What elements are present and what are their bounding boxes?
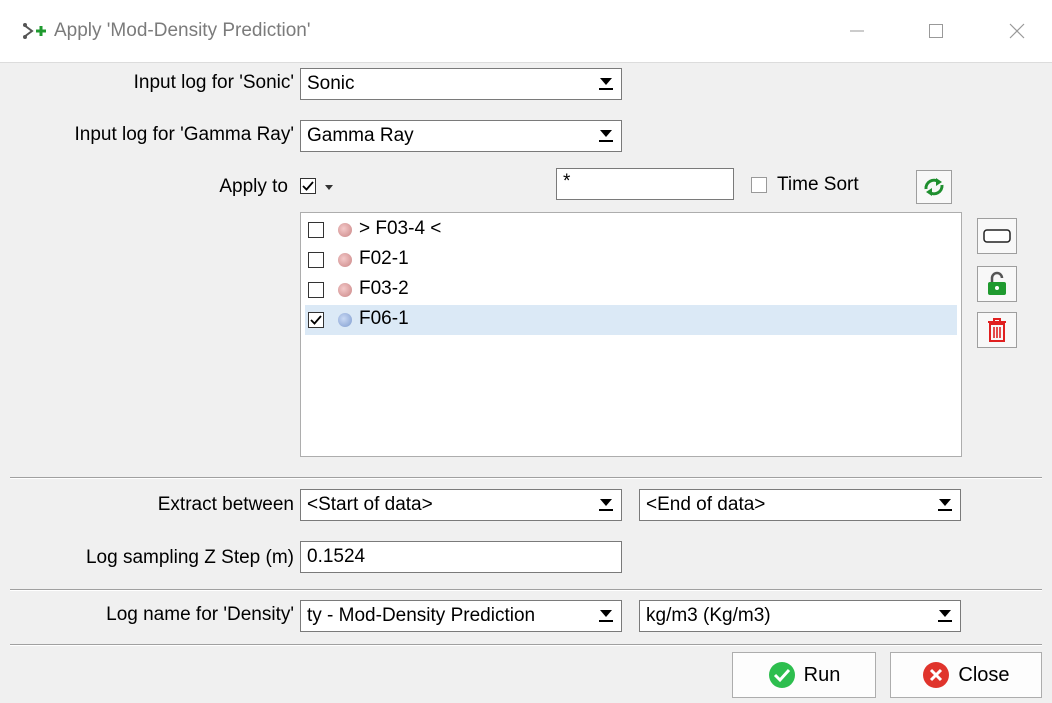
- unlock-icon: [988, 271, 1006, 295]
- divider: [10, 589, 1042, 591]
- list-item[interactable]: F03-2: [305, 275, 957, 305]
- delete-button[interactable]: [977, 312, 1017, 348]
- sonic-select-value: Sonic: [307, 73, 355, 94]
- app-icon: [22, 22, 48, 40]
- chevron-down-icon: [595, 494, 617, 516]
- refresh-button[interactable]: [916, 170, 952, 204]
- density-label: Log name for 'Density': [106, 604, 294, 625]
- close-window-button[interactable]: [994, 12, 1040, 50]
- density-unit-select[interactable]: kg/m3 (Kg/m3): [639, 600, 961, 632]
- checkmark-icon: [310, 315, 322, 325]
- gamma-label: Input log for 'Gamma Ray': [74, 124, 294, 145]
- well-icon: [338, 223, 352, 237]
- maximize-button[interactable]: [913, 12, 959, 50]
- well-list[interactable]: > F03-4 < F02-1 F03-2 F06-1: [300, 212, 962, 457]
- list-item[interactable]: F02-1: [305, 245, 957, 275]
- well-name: > F03-4 <: [359, 218, 442, 239]
- divider: [10, 644, 1042, 646]
- well-checkbox[interactable]: [308, 222, 324, 238]
- close-label: Close: [958, 663, 1010, 686]
- close-circle-icon: [923, 662, 950, 688]
- checkmark-icon: [302, 181, 314, 191]
- chevron-down-icon: [595, 605, 617, 627]
- extract-end-select[interactable]: <End of data>: [639, 489, 961, 521]
- close-button[interactable]: Close: [890, 652, 1042, 698]
- divider: [10, 477, 1042, 479]
- extract-start-value: <Start of data>: [307, 494, 433, 515]
- zstep-value: 0.1524: [307, 546, 366, 567]
- sonic-select[interactable]: Sonic: [300, 68, 622, 100]
- well-filter-input[interactable]: *: [556, 168, 734, 200]
- density-unit-value: kg/m3 (Kg/m3): [646, 605, 771, 626]
- density-name-value: ty - Mod-Density Prediction: [307, 605, 536, 626]
- window-title: Apply 'Mod-Density Prediction': [54, 20, 311, 41]
- list-item[interactable]: F06-1: [305, 305, 957, 335]
- gamma-select[interactable]: Gamma Ray: [300, 120, 622, 152]
- title-bar: Apply 'Mod-Density Prediction': [0, 0, 1052, 63]
- caret-down-icon: [325, 185, 333, 190]
- time-sort-label: Time Sort: [777, 174, 859, 195]
- well-name: F02-1: [359, 248, 409, 269]
- toggle-selection-button[interactable]: [977, 218, 1017, 254]
- apply-to-selector[interactable]: [300, 176, 346, 198]
- select-all-checkbox[interactable]: [300, 178, 316, 194]
- minimize-button[interactable]: [834, 12, 880, 50]
- minimize-icon: [850, 30, 864, 32]
- close-icon: [1009, 23, 1025, 39]
- lock-button[interactable]: [977, 266, 1017, 302]
- well-checkbox[interactable]: [308, 282, 324, 298]
- run-button[interactable]: Run: [732, 652, 876, 698]
- sonic-label: Input log for 'Sonic': [133, 72, 294, 93]
- density-name-select[interactable]: ty - Mod-Density Prediction: [300, 600, 622, 632]
- chevron-down-icon: [934, 494, 956, 516]
- well-icon: [338, 283, 352, 297]
- run-label: Run: [803, 663, 841, 686]
- time-sort-checkbox[interactable]: [751, 177, 767, 193]
- check-circle-icon: [768, 662, 795, 688]
- extract-label: Extract between: [157, 494, 294, 515]
- well-icon: [338, 253, 352, 267]
- chevron-down-icon: [595, 125, 617, 147]
- apply-to-label: Apply to: [219, 176, 288, 197]
- well-icon: [338, 313, 352, 327]
- extract-end-value: <End of data>: [646, 494, 766, 515]
- extract-start-select[interactable]: <Start of data>: [300, 489, 622, 521]
- list-item[interactable]: > F03-4 <: [305, 215, 957, 245]
- gamma-select-value: Gamma Ray: [307, 125, 414, 146]
- well-name: F03-2: [359, 278, 409, 299]
- well-checkbox[interactable]: [308, 312, 324, 328]
- well-name: F06-1: [359, 308, 409, 329]
- well-filter-value: *: [563, 171, 571, 192]
- trash-icon: [988, 318, 1006, 342]
- well-checkbox[interactable]: [308, 252, 324, 268]
- zstep-input[interactable]: 0.1524: [300, 541, 622, 573]
- chevron-down-icon: [934, 605, 956, 627]
- rectangle-icon: [983, 229, 1011, 243]
- refresh-icon: [924, 178, 944, 196]
- chevron-down-icon: [595, 73, 617, 95]
- zstep-label: Log sampling Z Step (m): [85, 547, 294, 568]
- maximize-icon: [929, 24, 943, 38]
